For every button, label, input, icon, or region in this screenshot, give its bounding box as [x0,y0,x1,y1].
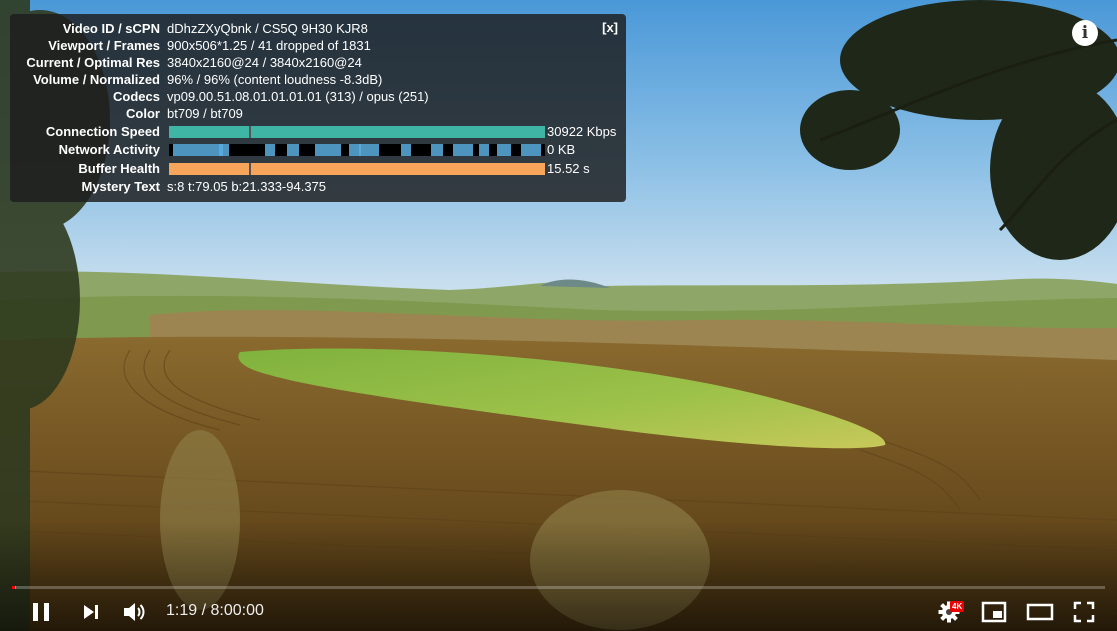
network-activity-bar [453,144,473,156]
stats-label: Codecs [113,89,160,104]
stats-row-volume: Volume / Normalized 96% / 96% (content l… [10,72,610,88]
stats-row-mystery-text: Mystery Text s:8 t:79.05 b:21.333-94.375 [10,179,610,195]
network-activity-bar [315,144,341,156]
network-activity-bar [287,144,299,156]
connection-speed-graph [169,126,545,138]
theater-mode-icon [1026,603,1054,621]
theater-mode-button[interactable] [1024,596,1056,628]
time-display: 1:19 / 8:00:00 [166,602,264,619]
pause-button[interactable] [25,596,57,628]
stats-value: dDhzZXyQbnk / CS5Q 9H30 KJR8 [167,21,368,36]
stats-row-color: Color bt709 / bt709 [10,106,610,122]
graph-divider [249,163,251,175]
stats-value: s:8 t:79.05 b:21.333-94.375 [167,179,327,194]
stats-label: Buffer Health [78,161,160,176]
stats-label: Color [126,106,160,121]
stats-row-network-activity: Network Activity 0 KB [10,142,610,158]
stats-row-codecs: Codecs vp09.00.51.08.01.01.01.01 (313) /… [10,89,610,105]
volume-icon [124,603,145,621]
skip-next-icon [84,605,98,619]
network-activity-bar [431,144,443,156]
miniplayer-button[interactable] [978,596,1010,628]
stats-for-nerds-panel: [x] Video ID / sCPN dDhzZXyQbnk / CS5Q 9… [10,14,626,202]
stats-row-resolution: Current / Optimal Res 3840x2160@24 / 384… [10,55,610,71]
stats-value: vp09.00.51.08.01.01.01.01 (313) / opus (… [167,89,429,104]
network-activity-bar [265,144,275,156]
network-activity-bar [521,144,541,156]
network-activity-bar [219,144,229,156]
stats-row-connection-speed: Connection Speed 30922 Kbps [10,124,617,140]
quality-badge: 4K [950,601,965,612]
fullscreen-button[interactable] [1068,596,1100,628]
network-activity-bar [401,144,411,156]
progress-bar[interactable] [12,586,1105,589]
stats-label: Current / Optimal Res [26,55,160,70]
stats-value: 900x506*1.25 / 41 dropped of 1831 [167,38,371,53]
graph-divider [249,126,251,138]
stats-value: bt709 / bt709 [167,106,243,121]
progress-played [12,586,15,589]
stats-label: Connection Speed [45,124,160,139]
stats-value: 15.52 s [547,161,590,176]
info-icon: i [1081,23,1089,43]
buffer-health-graph [169,163,545,175]
network-activity-bar [479,144,489,156]
stats-value: 30922 Kbps [547,124,617,139]
volume-button[interactable] [119,596,151,628]
stats-label: Mystery Text [81,179,160,194]
network-activity-bar [359,144,379,156]
network-activity-bar [173,144,185,156]
stats-label: Volume / Normalized [33,72,160,87]
next-button[interactable] [75,596,107,628]
stats-row-buffer-health: Buffer Health 15.52 s [10,161,610,177]
stats-label: Video ID / sCPN [62,21,160,36]
graph-fill [169,126,545,138]
graph-fill [169,163,545,175]
stats-value: 0 KB [547,142,576,157]
stats-label: Network Activity [58,142,160,157]
miniplayer-icon [981,601,1007,623]
network-activity-bar [497,144,511,156]
info-button[interactable]: i [1072,20,1098,46]
network-activity-graph [169,144,545,156]
stats-row-viewport: Viewport / Frames 900x506*1.25 / 41 drop… [10,38,610,54]
stats-value: 3840x2160@24 / 3840x2160@24 [167,55,362,70]
pause-icon [33,603,49,621]
network-activity-bar [185,144,223,156]
stats-value: 96% / 96% (content loudness -8.3dB) [167,72,383,87]
video-player[interactable]: [x] Video ID / sCPN dDhzZXyQbnk / CS5Q 9… [0,0,1117,631]
fullscreen-icon [1073,601,1095,623]
stats-label: Viewport / Frames [48,38,160,53]
stats-row-video-id: Video ID / sCPN dDhzZXyQbnk / CS5Q 9H30 … [10,21,610,37]
